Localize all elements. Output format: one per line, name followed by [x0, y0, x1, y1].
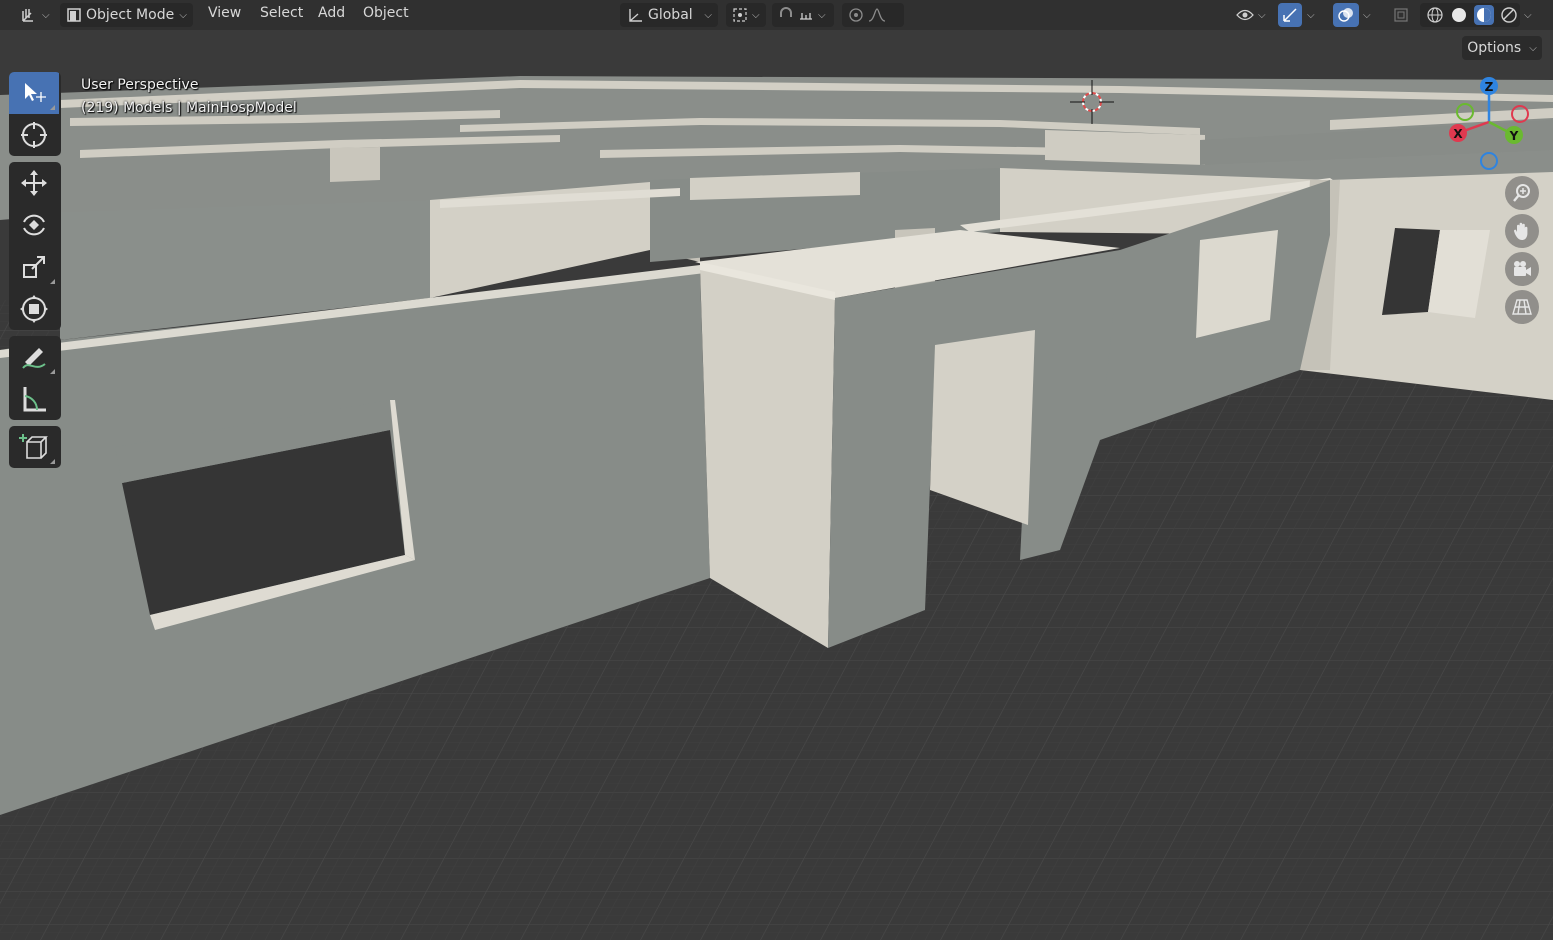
tool-measure[interactable] [9, 378, 59, 420]
chevron-down-icon: ⌵ [1363, 9, 1371, 21]
orientation-label: Global [648, 7, 693, 23]
viewport-info: User Perspective (219) Models | MainHosp… [81, 74, 297, 120]
axes-grid-icon [20, 6, 38, 24]
camera-icon [1511, 258, 1533, 280]
camera-view-button[interactable] [1505, 252, 1539, 286]
tool-variants-indicator [50, 459, 55, 464]
gizmo-toggle-button[interactable] [1278, 3, 1302, 27]
tool-cursor[interactable] [9, 114, 59, 156]
axis-neg-z-handle[interactable] [1480, 152, 1498, 170]
menu-add[interactable]: Add [318, 5, 345, 21]
proportional-editing-icon [848, 7, 864, 23]
scene-render [0, 0, 1553, 940]
move-icon [19, 168, 49, 198]
collection-label: (219) Models | MainHospModel [81, 100, 297, 116]
snap-increment-icon [798, 7, 814, 23]
rendered-shading-icon[interactable] [1500, 6, 1518, 24]
measure-icon [19, 384, 49, 414]
tool-add-cube[interactable] [9, 426, 59, 468]
select-box-icon [20, 79, 48, 107]
add-cube-icon [19, 432, 49, 462]
tool-annotate[interactable] [9, 336, 59, 378]
rotate-icon [19, 210, 49, 240]
visibility-button[interactable]: ⌵ [1230, 3, 1270, 27]
editor-type-button[interactable]: ⌵ [14, 3, 56, 27]
cursor-icon [19, 120, 49, 150]
chevron-down-icon: ⌵ [704, 9, 712, 21]
chevron-down-icon: ⌵ [818, 9, 826, 21]
overlays-icon [1337, 6, 1355, 24]
menu-object[interactable]: Object [363, 5, 409, 21]
gizmo-icon [1281, 6, 1299, 24]
material-preview-icon[interactable] [1474, 5, 1494, 25]
object-mode-icon [66, 7, 82, 23]
annotate-icon [19, 342, 49, 372]
wireframe-shading-icon[interactable] [1426, 6, 1444, 24]
proportional-editing-button[interactable] [842, 3, 904, 27]
chevron-down-icon: ⌵ [1524, 9, 1532, 21]
hand-icon [1511, 220, 1533, 242]
viewport-header: ⌵ Object Mode ⌵ View Select Add Object G… [0, 0, 1553, 30]
magnet-icon [778, 7, 794, 23]
tool-select-box[interactable] [9, 72, 59, 114]
axis-y-label: Y [1509, 129, 1519, 143]
chevron-down-icon: ⌵ [1258, 9, 1266, 21]
chevron-down-icon: ⌵ [1529, 42, 1537, 54]
perspective-label: User Perspective [81, 77, 199, 93]
pivot-icon [732, 7, 748, 23]
tool-variants-indicator [50, 279, 55, 284]
mode-label: Object Mode [86, 7, 175, 23]
axis-neg-x-handle[interactable] [1511, 105, 1529, 123]
navigation-buttons [1505, 176, 1541, 328]
menu-view[interactable]: View [208, 5, 241, 21]
scale-icon [19, 252, 49, 282]
navigation-gizmo[interactable]: Z X Y [1440, 72, 1540, 172]
chevron-down-icon: ⌵ [1307, 9, 1315, 21]
zoom-button[interactable] [1505, 176, 1539, 210]
tool-move[interactable] [9, 162, 59, 204]
axis-x-label: X [1453, 127, 1463, 141]
tool-scale[interactable] [9, 246, 59, 288]
chevron-down-icon: ⌵ [42, 9, 50, 21]
mode-selector[interactable]: Object Mode ⌵ [60, 3, 193, 27]
options-button[interactable]: Options ⌵ [1462, 36, 1542, 60]
orientation-axes-icon [626, 6, 644, 24]
overlays-toggle-button[interactable] [1333, 3, 1359, 27]
grid-perspective-icon [1511, 296, 1533, 318]
menu-select[interactable]: Select [260, 5, 303, 21]
3d-viewport[interactable] [0, 0, 1553, 940]
overlays-dropdown[interactable]: ⌵ [1359, 3, 1375, 27]
tool-transform[interactable] [9, 288, 59, 330]
chevron-down-icon: ⌵ [179, 9, 187, 21]
zoom-icon [1511, 182, 1533, 204]
shading-mode-group [1420, 3, 1520, 27]
tool-variants-indicator [50, 105, 55, 110]
xray-toggle-button[interactable] [1390, 3, 1414, 27]
shading-dropdown[interactable]: ⌵ [1520, 3, 1536, 27]
ortho-toggle-button[interactable] [1505, 290, 1539, 324]
xray-icon [1393, 7, 1409, 23]
transform-orientation-selector[interactable]: Global ⌵ [620, 3, 718, 27]
gizmo-dropdown[interactable]: ⌵ [1303, 3, 1319, 27]
options-label: Options [1467, 40, 1522, 56]
solid-shading-icon[interactable] [1450, 6, 1468, 24]
pan-button[interactable] [1505, 214, 1539, 248]
snap-button[interactable]: ⌵ [772, 3, 834, 27]
axis-neg-y-handle[interactable] [1456, 103, 1474, 121]
falloff-curve-icon [868, 7, 886, 23]
tool-variants-indicator [50, 369, 55, 374]
tool-rotate[interactable] [9, 204, 59, 246]
axis-z-label: Z [1485, 80, 1494, 94]
pivot-point-button[interactable]: ⌵ [726, 3, 766, 27]
transform-icon [19, 294, 49, 324]
tool-shelf [9, 72, 61, 474]
eye-icon [1236, 8, 1254, 22]
chevron-down-icon: ⌵ [752, 9, 760, 21]
